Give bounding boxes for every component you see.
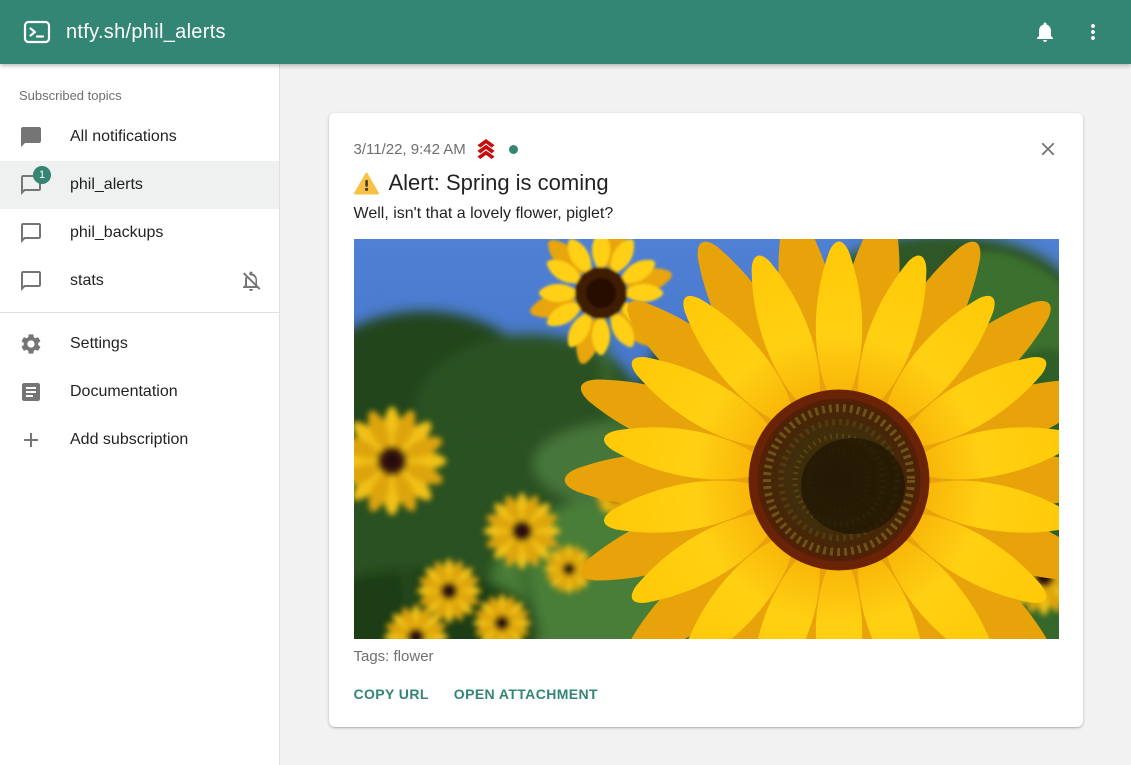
notification-title-row: Alert: Spring is coming	[354, 168, 1059, 198]
kebab-menu-icon	[1081, 20, 1105, 44]
notification-timestamp: 3/11/22, 9:42 AM	[354, 140, 466, 160]
notifications-bell-button[interactable]	[1021, 8, 1069, 56]
sidebar-item-stats[interactable]: stats	[0, 257, 279, 305]
sidebar-item-phil-backups[interactable]: phil_backups	[0, 209, 279, 257]
attachment-image[interactable]: Photo of a sunflower field: one large su…	[354, 239, 1059, 639]
bell-icon	[1033, 20, 1057, 44]
sidebar-item-label: phil_alerts	[70, 176, 263, 194]
priority-high-icon	[474, 139, 498, 160]
notification-meta-row: 3/11/22, 9:42 AM	[354, 139, 1059, 160]
sidebar-item-label: phil_backups	[70, 224, 263, 242]
close-icon	[1037, 138, 1059, 160]
unread-count-badge: 1	[33, 166, 51, 184]
notification-actions: COPY URL OPEN ATTACHMENT	[329, 665, 1083, 727]
main-content: 3/11/22, 9:42 AM	[280, 64, 1131, 765]
chat-bubble-outline-icon	[19, 269, 43, 293]
sidebar-item-label: All notifications	[70, 128, 263, 146]
article-icon	[19, 380, 43, 404]
sidebar-item-add-subscription[interactable]: Add subscription	[0, 416, 279, 464]
notification-title: Alert: Spring is coming	[389, 168, 609, 198]
sidebar-item-label: Settings	[70, 335, 263, 353]
copy-url-button[interactable]: COPY URL	[354, 682, 429, 706]
unread-dot-icon	[509, 145, 518, 154]
close-notification-button[interactable]	[1035, 136, 1061, 162]
notifications-off-icon	[239, 269, 263, 293]
notification-message: Well, isn't that a lovely flower, piglet…	[354, 202, 1059, 226]
notification-card: 3/11/22, 9:42 AM	[329, 113, 1083, 727]
warning-triangle-icon	[354, 172, 379, 195]
sidebar: Subscribed topics All notifications 1 ph…	[0, 64, 280, 765]
ntfy-app: ntfy.sh/phil_alerts Subscribed topics	[0, 0, 1131, 765]
plus-icon	[19, 428, 43, 452]
notification-tags: Tags: flower	[354, 648, 1059, 665]
sidebar-item-label: stats	[70, 272, 239, 290]
subscribed-topics-subheader: Subscribed topics	[0, 70, 279, 113]
chat-bubble-outline-icon	[19, 221, 43, 245]
page-title: ntfy.sh/phil_alerts	[66, 21, 226, 44]
overflow-menu-button[interactable]	[1069, 8, 1117, 56]
sidebar-item-settings[interactable]: Settings	[0, 320, 279, 368]
sidebar-item-label: Add subscription	[70, 431, 263, 449]
terminal-logo-icon	[22, 17, 52, 47]
chat-bubble-outline-icon: 1	[19, 173, 43, 197]
open-attachment-button[interactable]: OPEN ATTACHMENT	[454, 682, 598, 706]
sidebar-item-all-notifications[interactable]: All notifications	[0, 113, 279, 161]
sidebar-divider	[0, 312, 279, 313]
sidebar-item-documentation[interactable]: Documentation	[0, 368, 279, 416]
sidebar-item-phil-alerts[interactable]: 1 phil_alerts	[0, 161, 279, 209]
sidebar-item-label: Documentation	[70, 383, 263, 401]
gear-icon	[19, 332, 43, 356]
chat-bubble-filled-icon	[19, 125, 43, 149]
app-bar: ntfy.sh/phil_alerts	[0, 0, 1131, 64]
